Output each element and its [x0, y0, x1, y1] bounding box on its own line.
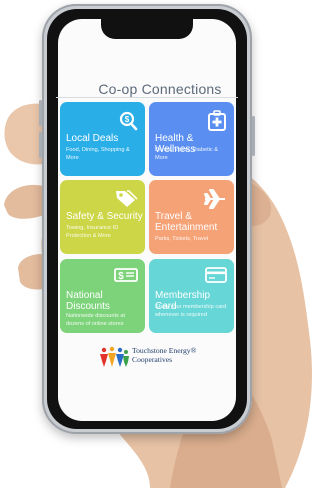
touchstone-energy-logo: Touchstone Energy® Cooperatives: [98, 345, 208, 375]
search-tag-icon: $: [116, 110, 138, 137]
tile-membership-card[interactable]: Membership Card Show your membership car…: [149, 259, 234, 333]
notch: [101, 19, 193, 39]
title-divider: [56, 97, 238, 98]
tags-icon: [114, 188, 138, 213]
tile-subtitle: Nationwide discounts at dozens of online…: [66, 313, 126, 327]
app-title: Co-op Connections: [98, 81, 222, 97]
volume-button: [39, 100, 42, 126]
tile-national-discounts[interactable]: $ National Discounts Nationwide discount…: [60, 259, 145, 333]
tile-subtitle: Show your membership card whenever is re…: [155, 304, 227, 318]
tile-title: Safety & Security: [66, 211, 143, 222]
tile-subtitle: Towing, Insurance ID Protection & More: [66, 225, 119, 239]
power-button: [252, 116, 255, 156]
volume-button: [39, 132, 42, 158]
tile-safety-security[interactable]: Safety & Security Towing, Insurance ID P…: [60, 180, 145, 254]
tile-health-wellness[interactable]: Health & Wellness Dental, Vision, Diabet…: [149, 102, 234, 176]
people-logo-icon: [100, 346, 129, 367]
tile-title: Local Deals: [66, 133, 119, 144]
card-icon: [205, 267, 227, 288]
tile-subtitle: Food, Dining, Shopping & More: [66, 147, 130, 161]
svg-text:$: $: [118, 271, 124, 282]
tile-title: National Discounts: [66, 290, 110, 312]
svg-text:$: $: [125, 115, 130, 124]
tile-subtitle: Dental, Vision, Diabetic & More: [155, 147, 219, 161]
logo-line-2: Cooperatives: [132, 354, 173, 364]
dollar-bill-icon: $: [114, 267, 138, 288]
tile-local-deals[interactable]: $ Local Deals Food, Dining, Shopping & M…: [60, 102, 145, 176]
tile-travel-entertainment[interactable]: Travel & Entertainment Parks, Tickets, T…: [149, 180, 234, 254]
tile-subtitle: Parks, Tickets, Travel: [155, 236, 209, 242]
tile-title: Travel & Entertainment: [155, 211, 218, 233]
